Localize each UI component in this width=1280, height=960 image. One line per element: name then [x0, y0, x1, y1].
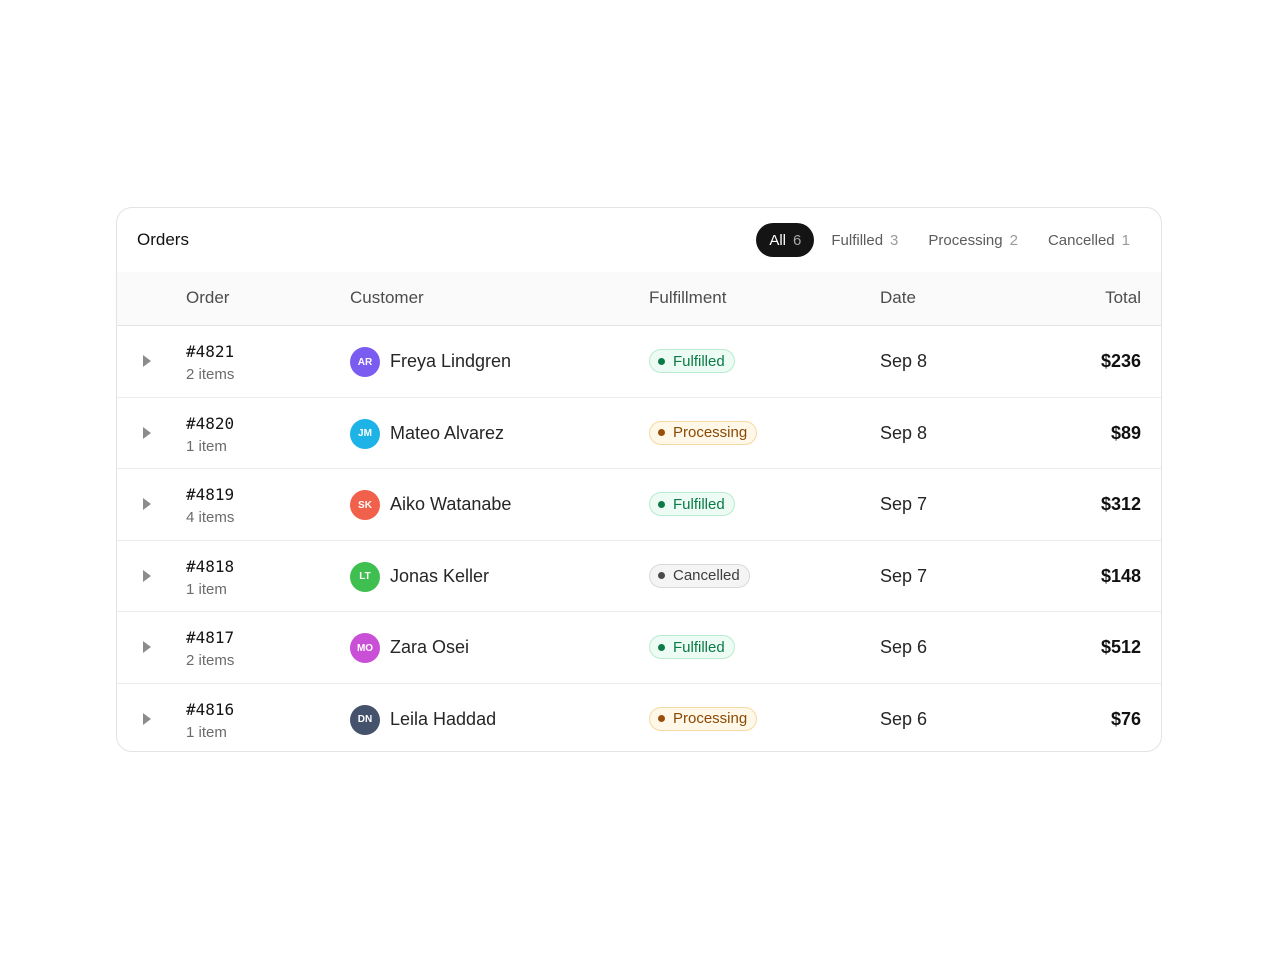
- status-badge: Fulfilled: [649, 635, 735, 659]
- expand-row-icon[interactable]: [141, 712, 153, 726]
- table-row[interactable]: #4816 1 item DN Leila Haddad Processing …: [117, 684, 1161, 752]
- avatar: DN: [350, 704, 380, 735]
- filter-label: Fulfilled: [831, 231, 884, 249]
- order-date: Sep 7: [880, 494, 928, 514]
- filter-count: 1: [1121, 231, 1130, 249]
- filter-label: All: [769, 231, 787, 249]
- table-row[interactable]: #4821 2 items AR Freya Lindgren Fulfille…: [117, 326, 1161, 398]
- filter-label: Processing: [928, 231, 1003, 249]
- order-id: #4816: [186, 699, 235, 719]
- customer-name: Aiko Watanabe: [390, 494, 512, 514]
- order-total: $76: [1110, 708, 1141, 729]
- order-item-count: 2 items: [186, 652, 235, 669]
- order-id: #4821: [186, 342, 235, 361]
- column-header-customer: Customer: [350, 288, 424, 307]
- order-id: #4817: [186, 628, 235, 647]
- filter-fulfilled[interactable]: Fulfilled 3: [818, 223, 911, 257]
- table-row[interactable]: #4818 1 item LT Jonas Keller Cancelled S…: [117, 541, 1161, 612]
- order-total: $148: [1100, 565, 1141, 586]
- status-dot-icon: [658, 500, 665, 508]
- status-label: Fulfilled: [673, 495, 725, 513]
- status-label: Cancelled: [673, 567, 740, 584]
- status-label: Fulfilled: [673, 352, 725, 370]
- order-item-count: 4 items: [186, 509, 235, 526]
- status-badge: Fulfilled: [649, 492, 735, 516]
- status-badge: Cancelled: [649, 563, 750, 588]
- customer-name: Zara Osei: [390, 637, 470, 657]
- table-body: #4821 2 items AR Freya Lindgren Fulfille…: [117, 326, 1161, 752]
- status-label: Fulfilled: [673, 638, 725, 656]
- customer-name: Mateo Alvarez: [390, 422, 505, 443]
- filter-count: 2: [1009, 231, 1018, 249]
- filter-processing[interactable]: Processing 2: [915, 223, 1031, 257]
- order-item-count: 1 item: [186, 437, 227, 455]
- customer-name: Jonas Keller: [390, 565, 490, 586]
- expand-row-icon[interactable]: [141, 426, 153, 440]
- filter-label: Cancelled: [1047, 231, 1115, 249]
- column-header-order: Order: [186, 288, 230, 307]
- status-dot-icon: [658, 572, 665, 579]
- filter-cancelled[interactable]: Cancelled 1: [1035, 223, 1143, 257]
- order-id: #4820: [186, 413, 235, 433]
- filter-count: 6: [793, 231, 802, 249]
- order-date: Sep 8: [880, 422, 928, 443]
- card-header: Orders All 6 Fulfilled 3 Processing 2 Ca…: [117, 208, 1161, 272]
- column-header-date: Date: [880, 288, 916, 307]
- table-header: Order Customer Fulfillment Date Total: [117, 272, 1161, 326]
- avatar: JM: [350, 418, 380, 449]
- expand-row-icon[interactable]: [141, 497, 153, 511]
- avatar: LT: [350, 561, 380, 592]
- order-date: Sep 8: [880, 351, 928, 371]
- avatar: AR: [350, 347, 380, 377]
- column-header-total: Total: [1105, 288, 1141, 307]
- status-label: Processing: [673, 710, 748, 727]
- status-filter-group: All 6 Fulfilled 3 Processing 2 Cancelled…: [756, 223, 1143, 257]
- order-total: $312: [1100, 494, 1141, 514]
- filter-count: 3: [890, 231, 899, 249]
- orders-card: Orders All 6 Fulfilled 3 Processing 2 Ca…: [116, 207, 1162, 752]
- status-badge: Processing: [649, 420, 758, 445]
- order-item-count: 2 items: [186, 366, 235, 383]
- page-title: Orders: [137, 230, 189, 249]
- filter-all[interactable]: All 6: [756, 223, 815, 257]
- customer-name: Freya Lindgren: [390, 351, 512, 371]
- status-badge: Processing: [649, 706, 758, 731]
- order-date: Sep 6: [880, 708, 928, 729]
- table-row[interactable]: #4817 2 items MO Zara Osei Fulfilled Sep…: [117, 612, 1161, 684]
- order-total: $236: [1100, 351, 1141, 371]
- status-badge: Fulfilled: [649, 349, 735, 373]
- expand-row-icon[interactable]: [141, 354, 153, 368]
- order-id: #4819: [186, 485, 235, 504]
- status-dot-icon: [658, 715, 665, 722]
- table-row[interactable]: #4819 4 items SK Aiko Watanabe Fulfilled…: [117, 469, 1161, 541]
- expand-row-icon[interactable]: [141, 569, 153, 583]
- order-date: Sep 7: [880, 565, 928, 586]
- order-date: Sep 6: [880, 637, 928, 657]
- customer-name: Leila Haddad: [390, 708, 497, 729]
- column-header-fulfillment: Fulfillment: [649, 288, 727, 307]
- order-total: $512: [1100, 637, 1141, 657]
- avatar: SK: [350, 490, 380, 520]
- order-item-count: 1 item: [186, 580, 227, 598]
- expand-row-icon[interactable]: [141, 640, 153, 654]
- order-id: #4818: [186, 556, 235, 576]
- status-label: Processing: [673, 424, 748, 441]
- status-dot-icon: [658, 429, 665, 436]
- order-total: $89: [1110, 422, 1141, 443]
- status-dot-icon: [658, 643, 665, 651]
- avatar: MO: [350, 633, 380, 663]
- order-item-count: 1 item: [186, 723, 227, 741]
- status-dot-icon: [658, 357, 665, 365]
- table-row[interactable]: #4820 1 item JM Mateo Alvarez Processing…: [117, 398, 1161, 469]
